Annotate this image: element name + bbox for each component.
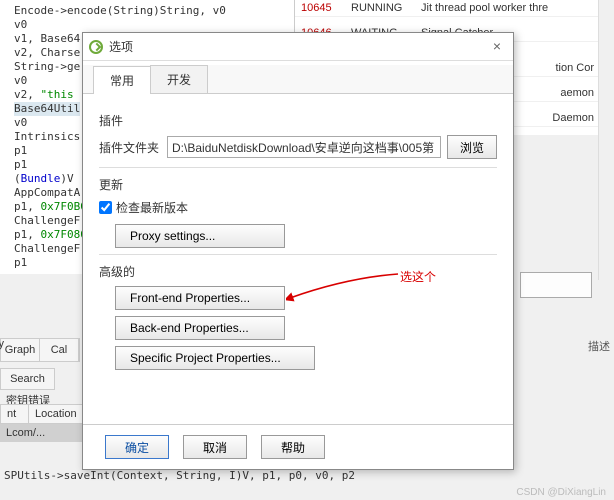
col-nt: nt [1,405,29,423]
dialog-title: 选项 [109,38,133,55]
help-button[interactable]: 帮助 [261,435,325,459]
proxy-settings-button[interactable]: Proxy settings... [115,224,285,248]
app-icon [89,40,103,54]
specific-project-properties-button[interactable]: Specific Project Properties... [115,346,315,370]
status-bar: SPUtils->saveInt(Context, String, I)V, p… [4,469,355,482]
plugin-section: 插件 [99,112,497,129]
tab-general[interactable]: 常用 [93,66,151,94]
watermark: CSDN @DiXiangLin [516,487,606,498]
browse-button[interactable]: 浏览 [447,135,497,159]
back-end-properties-button[interactable]: Back-end Properties... [115,316,285,340]
check-updates-checkbox[interactable] [99,201,112,214]
titlebar: 选项 × [83,33,513,61]
dialog-tabs: 常用 开发 [83,65,513,94]
ok-button[interactable]: 确定 [105,435,169,459]
angle-hint [520,272,592,298]
search-button[interactable]: Search [0,368,55,390]
tab-cal[interactable]: Cal [40,339,79,361]
scrollbar[interactable] [598,0,614,280]
tab-ply[interactable]: ply [0,338,4,350]
update-section: 更新 [99,176,497,193]
front-end-properties-button[interactable]: Front-end Properties... [115,286,285,310]
tab-graph[interactable]: Graph [1,339,40,361]
advanced-section: 高级的 [99,263,497,280]
tab-dev[interactable]: 开发 [150,65,208,93]
dialog-footer: 确定 取消 帮助 [83,424,513,469]
view-toolbar: Graph Cal [0,338,80,362]
close-icon[interactable]: × [487,37,507,57]
folder-label: 插件文件夹 [99,139,159,156]
cancel-button[interactable]: 取消 [183,435,247,459]
check-updates-label: 检查最新版本 [116,199,188,216]
plugin-folder-input[interactable]: D:\BaiduNetdiskDownload\安卓逆向这档事\005第 [167,136,441,158]
desc-label: 描述 [588,338,610,354]
options-dialog: 选项 × 常用 开发 插件 插件文件夹 D:\BaiduNetdiskDownl… [82,32,514,470]
